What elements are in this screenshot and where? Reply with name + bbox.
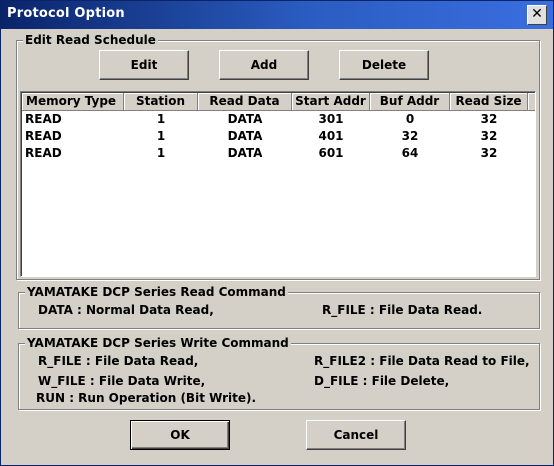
close-icon[interactable]: ✕ (527, 5, 547, 25)
column-header-label: Read Size (455, 94, 522, 108)
rfile-read-description: R_FILE : File Data Read. (322, 303, 483, 317)
ok-button[interactable]: OK (130, 420, 230, 450)
read-command-title: YAMATAKE DCP Series Read Command (25, 285, 288, 299)
cancel-button[interactable]: Cancel (306, 420, 406, 450)
dfile-description: D_FILE : File Delete, (314, 374, 450, 388)
column-header-read-size[interactable]: Read Size (450, 93, 528, 111)
column-header-filler (528, 93, 535, 111)
read-size-cell: 32 (480, 112, 498, 126)
memory-type-cell: READ (25, 129, 62, 143)
station-cell: 1 (156, 112, 166, 126)
table-row[interactable]: READ 1 DATA 601 64 32 (21, 145, 535, 162)
start-addr-cell: 401 (318, 129, 344, 143)
wfile-description: W_FILE : File Data Write, (38, 374, 206, 388)
buf-addr-cell: 0 (405, 112, 415, 126)
data-read-description: DATA : Normal Data Read, (38, 303, 214, 317)
read-data-cell: DATA (227, 146, 263, 160)
start-addr-cell: 601 (318, 146, 344, 160)
memory-type-cell: READ (25, 112, 62, 126)
column-header-label: Read Data (209, 94, 280, 108)
column-header-memory-type[interactable]: Memory Type (22, 93, 124, 111)
rfile2-description: R_FILE2 : File Data Read to File, (314, 354, 530, 368)
buf-addr-cell: 32 (401, 129, 419, 143)
delete-button[interactable]: Delete (339, 50, 429, 80)
column-header-label: Memory Type (26, 94, 117, 108)
read-size-cell: 32 (480, 129, 498, 143)
read-data-cell: DATA (227, 112, 263, 126)
column-header-buf-addr[interactable]: Buf Addr (370, 93, 450, 111)
protocol-option-dialog: Protocol Option ✕ Edit Read Schedule Edi… (0, 0, 554, 466)
station-cell: 1 (156, 129, 166, 143)
column-header-label: Station (135, 94, 186, 108)
write-command-title: YAMATAKE DCP Series Write Command (25, 336, 291, 350)
edit-read-schedule-title: Edit Read Schedule (23, 33, 158, 47)
run-description: RUN : Run Operation (Bit Write). (36, 391, 257, 405)
column-header-station[interactable]: Station (124, 93, 198, 111)
memory-type-cell: READ (25, 146, 62, 160)
rfile-write-description: R_FILE : File Data Read, (38, 354, 199, 368)
column-header-start-addr[interactable]: Start Addr (292, 93, 370, 111)
read-data-cell: DATA (227, 129, 263, 143)
start-addr-cell: 301 (318, 112, 344, 126)
window-title: Protocol Option (7, 6, 125, 21)
schedule-list[interactable]: Memory Type Station Read Data Start Addr… (20, 91, 536, 277)
station-cell: 1 (156, 146, 166, 160)
add-button[interactable]: Add (219, 50, 309, 80)
column-header-label: Start Addr (295, 94, 366, 108)
table-row[interactable]: READ 1 DATA 301 0 32 (21, 111, 535, 128)
edit-button[interactable]: Edit (99, 50, 189, 80)
buf-addr-cell: 64 (401, 146, 419, 160)
table-row[interactable]: READ 1 DATA 401 32 32 (21, 128, 535, 145)
title-bar[interactable]: Protocol Option ✕ (1, 1, 553, 29)
read-size-cell: 32 (480, 146, 498, 160)
column-header-read-data[interactable]: Read Data (198, 93, 292, 111)
column-header-label: Buf Addr (379, 94, 440, 108)
